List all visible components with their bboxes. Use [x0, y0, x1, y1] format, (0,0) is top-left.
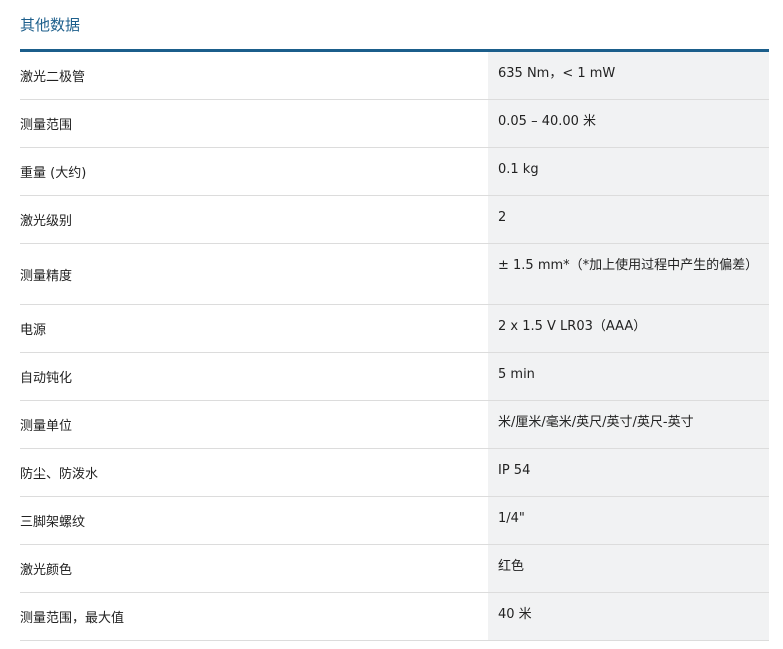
spec-value: 红色	[488, 545, 769, 592]
spec-value: 5 min	[488, 353, 769, 400]
spec-row: 测量单位 米/厘米/毫米/英尺/英寸/英尺-英寸	[20, 401, 769, 449]
spec-row: 重量 (大约) 0.1 kg	[20, 148, 769, 196]
spec-row: 激光颜色 红色	[20, 545, 769, 593]
spec-label: 测量精度	[20, 268, 73, 284]
spec-row: 防尘、防泼水 IP 54	[20, 449, 769, 497]
spec-value: 0.1 kg	[488, 148, 769, 195]
spec-label: 自动钝化	[20, 371, 73, 386]
spec-label: 三脚架螺纹	[20, 515, 86, 530]
spec-label: 测量范围	[20, 118, 73, 133]
spec-value: 635 Nm，< 1 mW	[488, 52, 769, 99]
spec-row: 激光二极管 635 Nm，< 1 mW	[20, 52, 769, 100]
spec-row: 测量范围，最大值 40 米	[20, 593, 769, 641]
spec-value: 0.05 – 40.00 米	[488, 100, 769, 147]
spec-row: 测量范围 0.05 – 40.00 米	[20, 100, 769, 148]
spec-value: 40 米	[488, 593, 769, 640]
other-data-section: 其他数据 激光二极管 635 Nm，< 1 mW 测量范围 0.05 – 40.…	[20, 0, 769, 641]
spec-row: 三脚架螺纹 1/4"	[20, 497, 769, 545]
spec-row: 激光级别 2	[20, 196, 769, 244]
spec-label: 激光二极管	[20, 70, 86, 85]
spec-value: 米/厘米/毫米/英尺/英寸/英尺-英寸	[488, 401, 769, 448]
spec-value: 1/4"	[488, 497, 769, 544]
section-title: 其他数据	[20, 0, 769, 52]
spec-row: 自动钝化 5 min	[20, 353, 769, 401]
spec-row: 测量精度 ± 1.5 mm*（*加上使用过程中产生的偏差）	[20, 244, 769, 305]
spec-label: 电源	[20, 323, 47, 338]
spec-value: ± 1.5 mm*（*加上使用过程中产生的偏差）	[488, 244, 769, 304]
spec-label: 测量单位	[20, 419, 73, 434]
spec-label: 激光级别	[20, 214, 73, 229]
spec-row: 电源 2 x 1.5 V LR03（AAA）	[20, 305, 769, 353]
spec-label: 激光颜色	[20, 563, 73, 578]
spec-label: 防尘、防泼水	[20, 467, 99, 482]
spec-value: 2	[488, 196, 769, 243]
spec-value: IP 54	[488, 449, 769, 496]
spec-table: 激光二极管 635 Nm，< 1 mW 测量范围 0.05 – 40.00 米 …	[20, 52, 769, 641]
spec-label: 重量 (大约)	[20, 166, 87, 181]
spec-value: 2 x 1.5 V LR03（AAA）	[488, 305, 769, 352]
spec-label: 测量范围，最大值	[20, 611, 125, 626]
